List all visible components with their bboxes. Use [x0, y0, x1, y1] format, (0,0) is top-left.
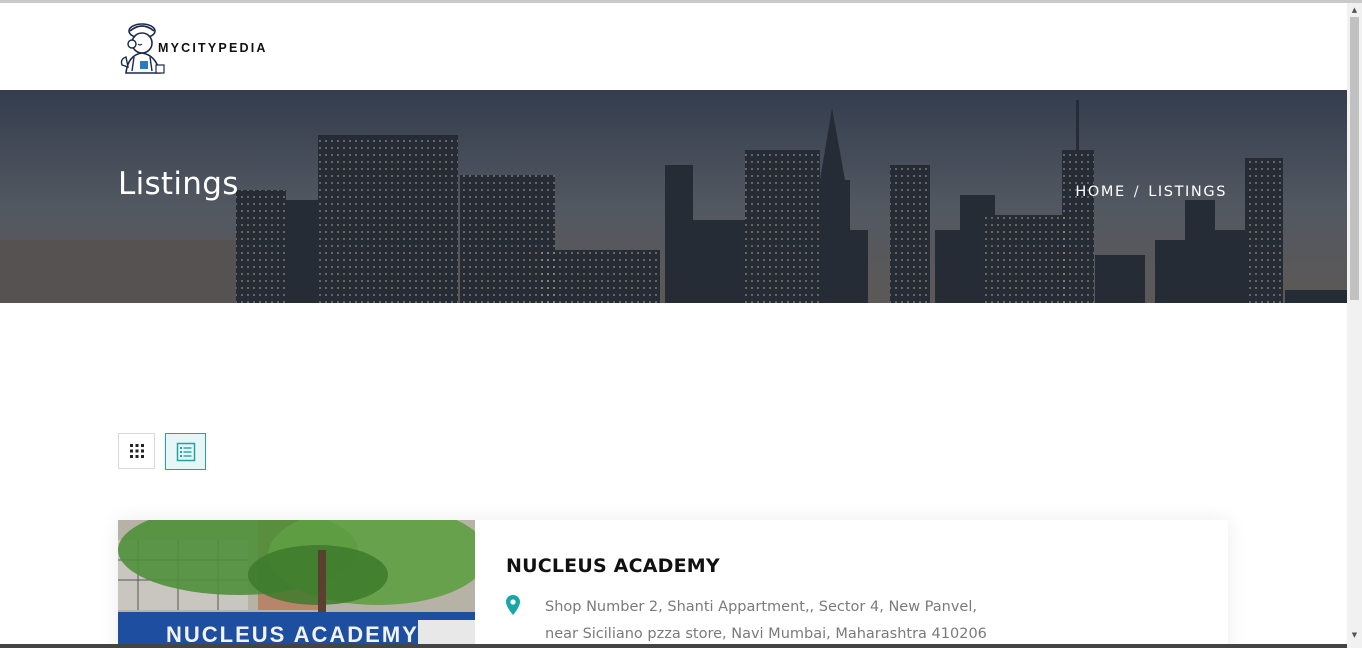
vertical-scrollbar[interactable]: ▲ ▼	[1347, 3, 1362, 648]
address-line-1: Shop Number 2, Shanti Appartment,, Secto…	[545, 599, 977, 615]
logo-text: MYCITYPEDIA	[158, 41, 268, 55]
list-view-button[interactable]	[165, 433, 206, 470]
site-logo[interactable]: MYCITYPEDIA	[118, 17, 268, 75]
grid-icon	[129, 444, 144, 458]
address-text: Shop Number 2, Shanti Appartment,, Secto…	[545, 594, 1015, 648]
bottom-edge-bar	[0, 644, 1347, 648]
scroll-up-arrow-icon[interactable]: ▲	[1350, 5, 1359, 15]
breadcrumb-separator: /	[1133, 184, 1141, 200]
breadcrumb-current: LISTINGS	[1148, 184, 1227, 200]
storefront-photo: NUCLEUS ACADEMY	[118, 520, 475, 648]
breadcrumb-home-link[interactable]: HOME	[1075, 184, 1125, 200]
listing-image[interactable]: NUCLEUS ACADEMY	[118, 520, 475, 648]
grid-view-button[interactable]	[118, 433, 155, 469]
page-banner: Listings HOME / LISTINGS	[0, 90, 1347, 303]
listing-title[interactable]: NUCLEUS ACADEMY	[506, 555, 720, 577]
listing-address: Shop Number 2, Shanti Appartment,, Secto…	[506, 594, 1015, 648]
page-title: Listings	[118, 166, 239, 202]
page: MYCITYPEDIA Listings HOME / LISTINGS NUC…	[0, 0, 1362, 648]
map-pin-icon	[506, 595, 520, 615]
listing-card[interactable]: NUCLEUS ACADEMY NUCLEUS ACADEMY Shop Num…	[118, 520, 1228, 648]
site-header: MYCITYPEDIA	[0, 3, 1347, 90]
scroll-thumb[interactable]	[1350, 17, 1359, 300]
list-icon	[176, 442, 195, 461]
view-toggle	[118, 433, 206, 470]
scroll-down-arrow-icon[interactable]: ▼	[1350, 630, 1359, 640]
breadcrumb: HOME / LISTINGS	[1075, 184, 1227, 200]
